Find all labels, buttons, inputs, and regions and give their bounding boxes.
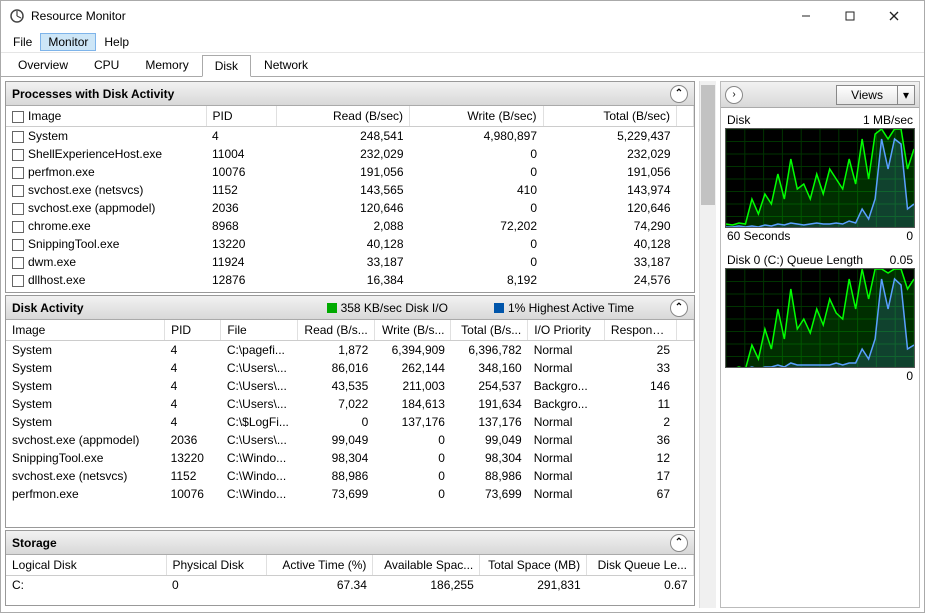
tab-disk[interactable]: Disk (202, 55, 251, 77)
checkbox[interactable] (12, 131, 24, 143)
table-row[interactable]: System4C:\Users\...43,535211,003254,537B… (6, 377, 694, 395)
chart-xaxis: 60 Seconds (727, 229, 790, 243)
table-row[interactable]: System4248,5414,980,8975,229,437 (6, 127, 694, 146)
column-header[interactable]: Disk Queue Le... (587, 555, 694, 576)
table-row[interactable]: C:067.34186,255291,8310.67 (6, 576, 694, 595)
column-header[interactable]: PID (206, 106, 276, 127)
column-header[interactable]: Physical Disk (166, 555, 266, 576)
chart-title: Disk 0 (C:) Queue Length (727, 253, 863, 267)
window-title: Resource Monitor (31, 9, 784, 23)
close-button[interactable] (872, 1, 916, 31)
column-header[interactable]: File (221, 320, 298, 341)
scrollbar-thumb[interactable] (701, 85, 715, 205)
checkbox[interactable] (12, 221, 24, 233)
column-header[interactable]: I/O Priority (528, 320, 605, 341)
column-header[interactable]: Total (B/s... (451, 320, 528, 341)
chart-max: 1 MB/sec (863, 113, 913, 127)
column-header[interactable]: Read (B/s... (298, 320, 375, 341)
minimize-button[interactable] (784, 1, 828, 31)
table-row[interactable]: svchost.exe (appmodel)2036120,6460120,64… (6, 199, 694, 217)
green-indicator-icon (327, 303, 337, 313)
charts-sidebar: › Views ▾ Disk 1 MB/sec 60 Seconds 0 Dis… (720, 81, 920, 608)
table-row[interactable]: System4C:\$LogFi...0137,176137,176Normal… (6, 413, 694, 431)
tab-network[interactable]: Network (251, 54, 321, 76)
vertical-scrollbar[interactable] (699, 81, 716, 608)
checkbox[interactable] (12, 239, 24, 251)
column-header[interactable]: Write (B/sec) (410, 106, 544, 127)
column-header[interactable]: Image (6, 106, 206, 127)
table-row[interactable]: perfmon.exe10076C:\Windo...73,699073,699… (6, 485, 694, 503)
storage-table[interactable]: Logical DiskPhysical DiskActive Time (%)… (6, 555, 694, 605)
checkbox[interactable] (12, 185, 24, 197)
disk-io-stat: 358 KB/sec Disk I/O (341, 301, 448, 315)
column-header[interactable]: Active Time (%) (266, 555, 373, 576)
table-row[interactable]: System4C:\pagefi...1,8726,394,9096,396,7… (6, 341, 694, 360)
panel-title: Disk Activity (12, 301, 84, 315)
table-row[interactable]: svchost.exe (netsvcs)1152143,565410143,9… (6, 181, 694, 199)
checkbox[interactable] (12, 275, 24, 287)
table-row[interactable]: svchost.exe (appmodel)2036C:\Users\...99… (6, 431, 694, 449)
checkbox[interactable] (12, 203, 24, 215)
disk-activity-table[interactable]: ImagePIDFileRead (B/s...Write (B/s...Tot… (6, 320, 694, 527)
collapse-button[interactable]: ⌃ (670, 299, 688, 317)
collapse-button[interactable]: ⌃ (670, 534, 688, 552)
disk-chart (725, 128, 915, 228)
column-header[interactable]: Total Space (MB) (480, 555, 587, 576)
table-row[interactable]: ShellExperienceHost.exe11004232,0290232,… (6, 145, 694, 163)
column-header[interactable]: Image (6, 320, 165, 341)
table-row[interactable]: dwm.exe1192433,187033,187 (6, 253, 694, 271)
table-row[interactable]: SnippingTool.exe1322040,128040,128 (6, 235, 694, 253)
table-row[interactable]: chrome.exe89682,08872,20274,290 (6, 217, 694, 235)
table-row[interactable]: System4C:\Users\...86,016262,144348,160N… (6, 359, 694, 377)
table-row[interactable]: svchost.exe (netsvcs)1152C:\Windo...88,9… (6, 467, 694, 485)
table-row[interactable]: perfmon.exe10076191,0560191,056 (6, 163, 694, 181)
column-header[interactable]: Read (B/sec) (276, 106, 410, 127)
checkbox[interactable] (12, 257, 24, 269)
column-header[interactable]: Total (B/sec) (543, 106, 677, 127)
checkbox[interactable] (12, 167, 24, 179)
expand-sidebar-button[interactable]: › (725, 86, 743, 104)
titlebar: Resource Monitor (1, 1, 924, 31)
chart-min: 0 (906, 369, 913, 383)
tabstrip: OverviewCPUMemoryDiskNetwork (1, 53, 924, 77)
processes-table[interactable]: ImagePIDRead (B/sec)Write (B/sec)Total (… (6, 106, 694, 292)
checkbox[interactable] (12, 111, 24, 123)
blue-indicator-icon (494, 303, 504, 313)
column-header[interactable]: Available Spac... (373, 555, 480, 576)
menubar: FileMonitorHelp (1, 31, 924, 53)
column-header[interactable]: PID (165, 320, 221, 341)
panel-title: Processes with Disk Activity (12, 87, 174, 101)
menu-monitor[interactable]: Monitor (40, 33, 96, 51)
storage-panel: Storage ⌃ Logical DiskPhysical DiskActiv… (5, 530, 695, 606)
menu-file[interactable]: File (5, 33, 40, 51)
chart-max: 0.05 (890, 253, 913, 267)
maximize-button[interactable] (828, 1, 872, 31)
table-row[interactable]: SnippingTool.exe13220C:\Windo...98,30409… (6, 449, 694, 467)
active-time-stat: 1% Highest Active Time (508, 301, 634, 315)
chart-min: 0 (906, 229, 913, 243)
table-row[interactable]: System4C:\Users\...7,022184,613191,634Ba… (6, 395, 694, 413)
checkbox[interactable] (12, 149, 24, 161)
chevron-down-icon: ▾ (897, 86, 914, 104)
panel-title: Storage (12, 536, 57, 550)
processes-disk-panel: Processes with Disk Activity ⌃ ImagePIDR… (5, 81, 695, 293)
views-button[interactable]: Views ▾ (836, 85, 915, 105)
queue-chart (725, 268, 915, 368)
collapse-button[interactable]: ⌃ (670, 85, 688, 103)
disk-activity-panel: Disk Activity 358 KB/sec Disk I/O 1% Hig… (5, 295, 695, 528)
table-row[interactable]: dllhost.exe1287616,3848,19224,576 (6, 271, 694, 289)
chart-title: Disk (727, 113, 750, 127)
tab-overview[interactable]: Overview (5, 54, 81, 76)
tab-cpu[interactable]: CPU (81, 54, 132, 76)
app-icon (9, 8, 25, 24)
views-label: Views (837, 86, 897, 104)
column-header[interactable]: Write (B/s... (374, 320, 451, 341)
menu-help[interactable]: Help (96, 33, 137, 51)
tab-memory[interactable]: Memory (132, 54, 201, 76)
column-header[interactable]: Response... (604, 320, 676, 341)
column-header[interactable]: Logical Disk (6, 555, 166, 576)
